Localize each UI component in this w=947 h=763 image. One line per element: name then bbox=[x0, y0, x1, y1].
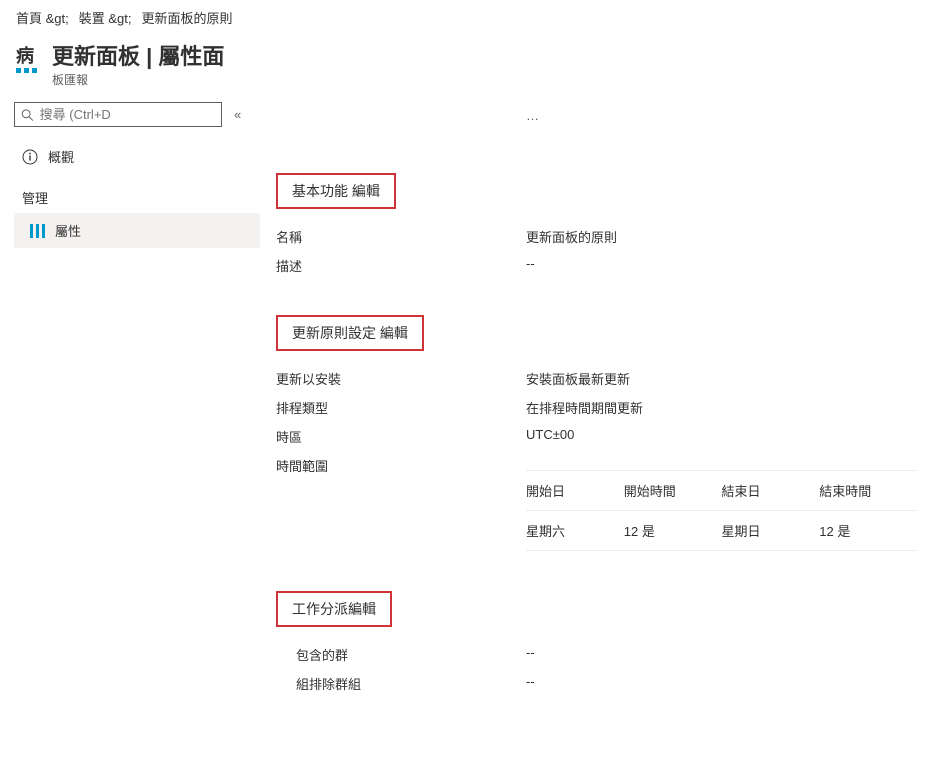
search-icon bbox=[21, 108, 34, 122]
update-install-v: 安裝面板最新更新 bbox=[526, 369, 630, 388]
sidebar: « 概觀 管理 屬性 bbox=[0, 92, 260, 763]
basic-desc-k: 描述 bbox=[276, 256, 526, 275]
breadcrumb-device[interactable]: 裝置 &gt; bbox=[79, 8, 132, 27]
col-end-time: 結束時間 bbox=[819, 481, 917, 500]
assign-included-k: 包含的群 bbox=[296, 645, 526, 664]
update-schedtype-k: 排程類型 bbox=[276, 398, 526, 417]
sidebar-section-manage: 管理 bbox=[14, 174, 260, 213]
time-range-table: 開始日 開始時間 結束日 結束時間 星期六 12 是 星期日 12 是 bbox=[526, 470, 917, 551]
basic-name-k: 名稱 bbox=[276, 227, 526, 246]
assign-heading-edit[interactable]: 工作分派編輯 bbox=[276, 591, 392, 627]
info-icon bbox=[22, 149, 38, 165]
breadcrumb-home[interactable]: 首頁 &gt; bbox=[16, 8, 69, 27]
collapse-sidebar[interactable]: « bbox=[234, 107, 241, 122]
section-basic: 基本功能 編輯 名稱更新面板的原則 描述-- bbox=[276, 173, 917, 275]
panel-icon: 病 bbox=[16, 45, 44, 73]
basic-heading-edit[interactable]: 基本功能 編輯 bbox=[276, 173, 396, 209]
update-install-k: 更新以安裝 bbox=[276, 369, 526, 388]
col-start-day: 開始日 bbox=[526, 481, 624, 500]
update-tz-v: UTC±00 bbox=[526, 427, 574, 446]
basic-name-v: 更新面板的原則 bbox=[526, 227, 617, 246]
update-schedtype-v: 在排程時間期間更新 bbox=[526, 398, 643, 417]
search-input-wrap[interactable] bbox=[14, 102, 222, 127]
cell-start-time: 12 是 bbox=[624, 521, 722, 540]
more-menu[interactable]: … bbox=[276, 108, 917, 173]
assign-excluded-v: -- bbox=[526, 674, 535, 693]
sidebar-properties-label: 屬性 bbox=[55, 221, 81, 240]
page-subtitle: 板匯報 bbox=[52, 71, 224, 88]
sidebar-item-properties[interactable]: 屬性 bbox=[14, 213, 260, 248]
sidebar-item-overview[interactable]: 概觀 bbox=[14, 139, 260, 174]
section-update: 更新原則設定 編輯 更新以安裝安裝面板最新更新 排程類型在排程時間期間更新 時區… bbox=[276, 315, 917, 551]
page-header: 病 更新面板 | 屬性面 板匯報 bbox=[0, 35, 947, 92]
breadcrumb: 首頁 &gt; 裝置 &gt; 更新面板的原則 bbox=[0, 0, 947, 35]
search-input[interactable] bbox=[40, 107, 215, 122]
breadcrumb-policy[interactable]: 更新面板的原則 bbox=[142, 8, 233, 27]
col-end-day: 結束日 bbox=[722, 481, 820, 500]
cell-end-day: 星期日 bbox=[722, 521, 820, 540]
cell-end-time: 12 是 bbox=[819, 521, 917, 540]
page-title: 更新面板 | 屬性面 bbox=[52, 39, 224, 71]
sidebar-overview-label: 概觀 bbox=[48, 147, 74, 166]
properties-icon bbox=[30, 224, 45, 238]
col-start-time: 開始時間 bbox=[624, 481, 722, 500]
assign-included-v: -- bbox=[526, 645, 535, 664]
cell-start-day: 星期六 bbox=[526, 521, 624, 540]
section-assign: 工作分派編輯 包含的群-- 組排除群組-- bbox=[276, 591, 917, 693]
assign-excluded-k: 組排除群組 bbox=[296, 674, 526, 693]
update-tz-k: 時區 bbox=[276, 427, 526, 446]
basic-desc-v: -- bbox=[526, 256, 535, 275]
content-pane: … 基本功能 編輯 名稱更新面板的原則 描述-- 更新原則設定 編輯 更新以安裝… bbox=[260, 92, 947, 763]
update-range-k: 時間範圍 bbox=[276, 456, 526, 551]
update-heading-edit[interactable]: 更新原則設定 編輯 bbox=[276, 315, 424, 351]
table-row: 星期六 12 是 星期日 12 是 bbox=[526, 511, 917, 551]
